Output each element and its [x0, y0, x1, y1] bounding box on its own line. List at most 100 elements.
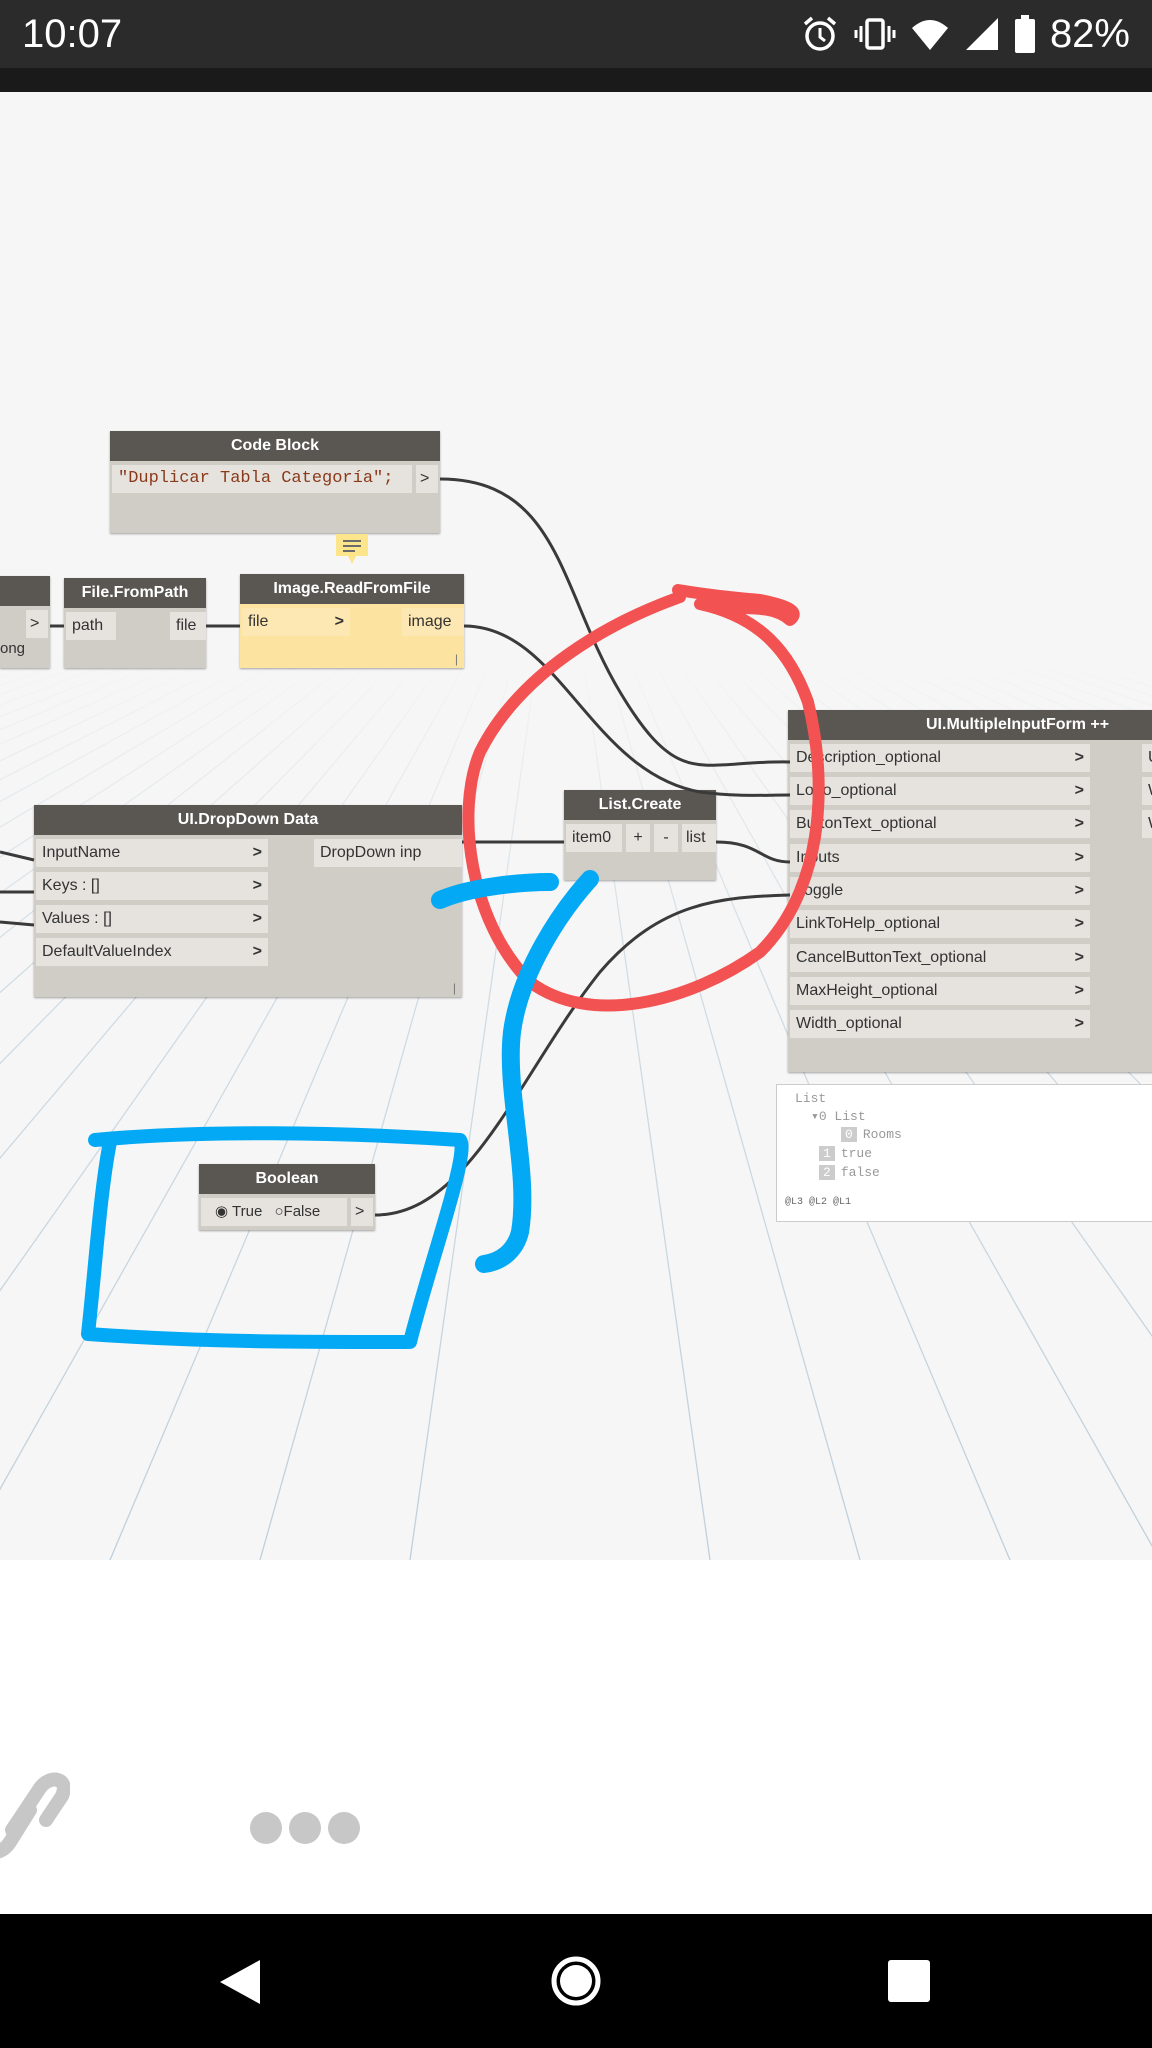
- status-time: 10:07: [22, 12, 123, 56]
- preview-bubble[interactable]: List ▾0 List 0 Rooms 1 true 2 false @L3 @L2…: [776, 1084, 1152, 1222]
- grid-line: [0, 651, 143, 706]
- add-input-button[interactable]: +: [626, 824, 650, 852]
- file-output-port[interactable]: file: [170, 612, 206, 640]
- code-block-node[interactable]: Code Block "Duplicar Tabla Categoría"; >: [110, 431, 440, 533]
- dropdown-input-port[interactable]: Keys : [] >: [36, 872, 268, 900]
- port-label: Logo_optional: [796, 782, 897, 799]
- partial-output-port[interactable]: >: [26, 610, 48, 638]
- home-icon[interactable]: [549, 1954, 603, 2008]
- dropdown-output-port[interactable]: DropDown inp: [314, 839, 462, 867]
- alarm-icon: [803, 16, 837, 51]
- vibrate-icon: [854, 18, 896, 50]
- preview-title: List: [795, 1091, 827, 1106]
- preview-list-label: 0 List: [818, 1109, 866, 1124]
- grid-line: [0, 651, 231, 762]
- node-title: Code Block: [110, 431, 440, 461]
- grid-line: [581, 651, 711, 1560]
- form-output-port[interactable]: U: [1142, 744, 1152, 772]
- form-input-port[interactable]: ButtonText_optional >: [790, 810, 1090, 838]
- dropdown-input-port[interactable]: InputName >: [36, 839, 268, 867]
- chevron-right-icon: >: [1074, 949, 1084, 966]
- form-input-port[interactable]: MaxHeight_optional >: [790, 977, 1090, 1005]
- false-radio[interactable]: ○False: [274, 1203, 320, 1220]
- ui-multipleinputform-node[interactable]: UI.MultipleInputForm ++ Description_opti…: [788, 710, 1152, 1072]
- file-input-port[interactable]: file >: [242, 608, 350, 636]
- chevron-right-icon: >: [1074, 882, 1084, 899]
- grid-line: [0, 651, 209, 745]
- preview-index: 0: [841, 1127, 857, 1142]
- dropdown-input-port[interactable]: Values : [] >: [36, 905, 268, 933]
- preview-value: true: [840, 1146, 873, 1161]
- preview-index: 1: [819, 1146, 835, 1161]
- list-create-node[interactable]: List.Create item0 + - list: [564, 790, 716, 880]
- item0-input-port[interactable]: item0: [566, 824, 622, 852]
- node-title: UI.DropDown Data: [34, 805, 462, 835]
- list-output-port[interactable]: list: [682, 824, 716, 852]
- boolean-output-port[interactable]: >: [351, 1198, 373, 1226]
- status-icons: 82%: [800, 8, 1130, 60]
- preview-list-header: ▾0 List: [811, 1109, 866, 1124]
- code-text[interactable]: "Duplicar Tabla Categoría";: [112, 465, 412, 493]
- node-title: UI.MultipleInputForm ++: [788, 710, 1152, 740]
- port-label: Toggle: [796, 882, 844, 899]
- form-input-port[interactable]: LinkToHelp_optional >: [790, 910, 1090, 938]
- preview-levels: @L3 @L2 @L1: [785, 1197, 852, 1208]
- true-radio[interactable]: ◉ True: [215, 1203, 262, 1220]
- grid-line: [0, 651, 275, 803]
- grid-line: [0, 651, 11, 656]
- boolean-options: ◉ True ○False: [201, 1198, 347, 1226]
- port-label: MaxHeight_optional: [796, 982, 938, 999]
- chevron-right-icon: >: [252, 877, 262, 894]
- grid-line: [0, 651, 319, 858]
- dynamo-canvas[interactable]: Code Block "Duplicar Tabla Categoría"; >…: [0, 92, 1152, 1560]
- preview-item: 2 false: [819, 1165, 880, 1180]
- chevron-right-icon: >: [334, 613, 344, 630]
- chevron-right-icon: >: [252, 943, 262, 960]
- comment-icon[interactable]: [334, 532, 370, 568]
- form-output-port[interactable]: W: [1142, 777, 1152, 805]
- port-label: Description_optional: [796, 749, 941, 766]
- grid-line: [409, 651, 539, 1560]
- ui-dropdown-data-node[interactable]: UI.DropDown Data InputName > Keys : [] > V…: [34, 805, 462, 997]
- chevron-right-icon: >: [1074, 915, 1084, 932]
- form-input-port[interactable]: Width_optional >: [790, 1010, 1090, 1038]
- chevron-right-icon: >: [252, 844, 262, 861]
- app-toolbar: [0, 68, 1152, 92]
- port-label: InputName: [42, 844, 121, 861]
- node-title: File.FromPath: [64, 578, 206, 608]
- code-output-port[interactable]: >: [416, 465, 438, 493]
- navigation-bar: [0, 1914, 1152, 2048]
- grid-line: [259, 651, 517, 1560]
- form-output-port[interactable]: W: [1142, 810, 1152, 838]
- form-input-port[interactable]: Toggle >: [790, 877, 1090, 905]
- remove-input-button[interactable]: -: [654, 824, 678, 852]
- grid-line: [0, 651, 363, 939]
- chevron-right-icon: >: [1074, 815, 1084, 832]
- form-input-port[interactable]: Description_optional >: [790, 744, 1090, 772]
- grid-line: [0, 651, 253, 781]
- port-label: ButtonText_optional: [796, 815, 937, 832]
- file-frompath-node[interactable]: File.FromPath path file: [64, 578, 206, 668]
- back-icon[interactable]: [214, 1956, 266, 2008]
- chevron-right-icon: >: [1074, 1015, 1084, 1032]
- more-icon[interactable]: [248, 1810, 362, 1846]
- form-input-port[interactable]: Logo_optional >: [790, 777, 1090, 805]
- dropdown-input-port[interactable]: DefaultValueIndex >: [36, 938, 268, 966]
- preview-item: 1 true: [819, 1146, 872, 1161]
- link-icon[interactable]: [0, 1760, 70, 1870]
- port-label: Inputs: [796, 849, 840, 866]
- node-footer: |: [454, 652, 458, 666]
- recents-icon[interactable]: [886, 1958, 932, 2004]
- node-title: Image.ReadFromFile: [240, 574, 464, 604]
- image-output-port[interactable]: image: [402, 608, 464, 636]
- signal-icon: [965, 18, 998, 50]
- grid-line: [0, 651, 407, 1065]
- port-label: Width_optional: [796, 1015, 902, 1032]
- partial-node[interactable]: > ong: [0, 576, 50, 668]
- grid-line: [0, 651, 341, 894]
- form-input-port[interactable]: Inputs >: [790, 844, 1090, 872]
- path-input-port[interactable]: path: [66, 612, 116, 640]
- form-input-port[interactable]: CancelButtonText_optional >: [790, 944, 1090, 972]
- boolean-node[interactable]: Boolean ◉ True ○False >: [199, 1164, 375, 1230]
- image-readfromfile-node[interactable]: Image.ReadFromFile file > image |: [240, 574, 464, 668]
